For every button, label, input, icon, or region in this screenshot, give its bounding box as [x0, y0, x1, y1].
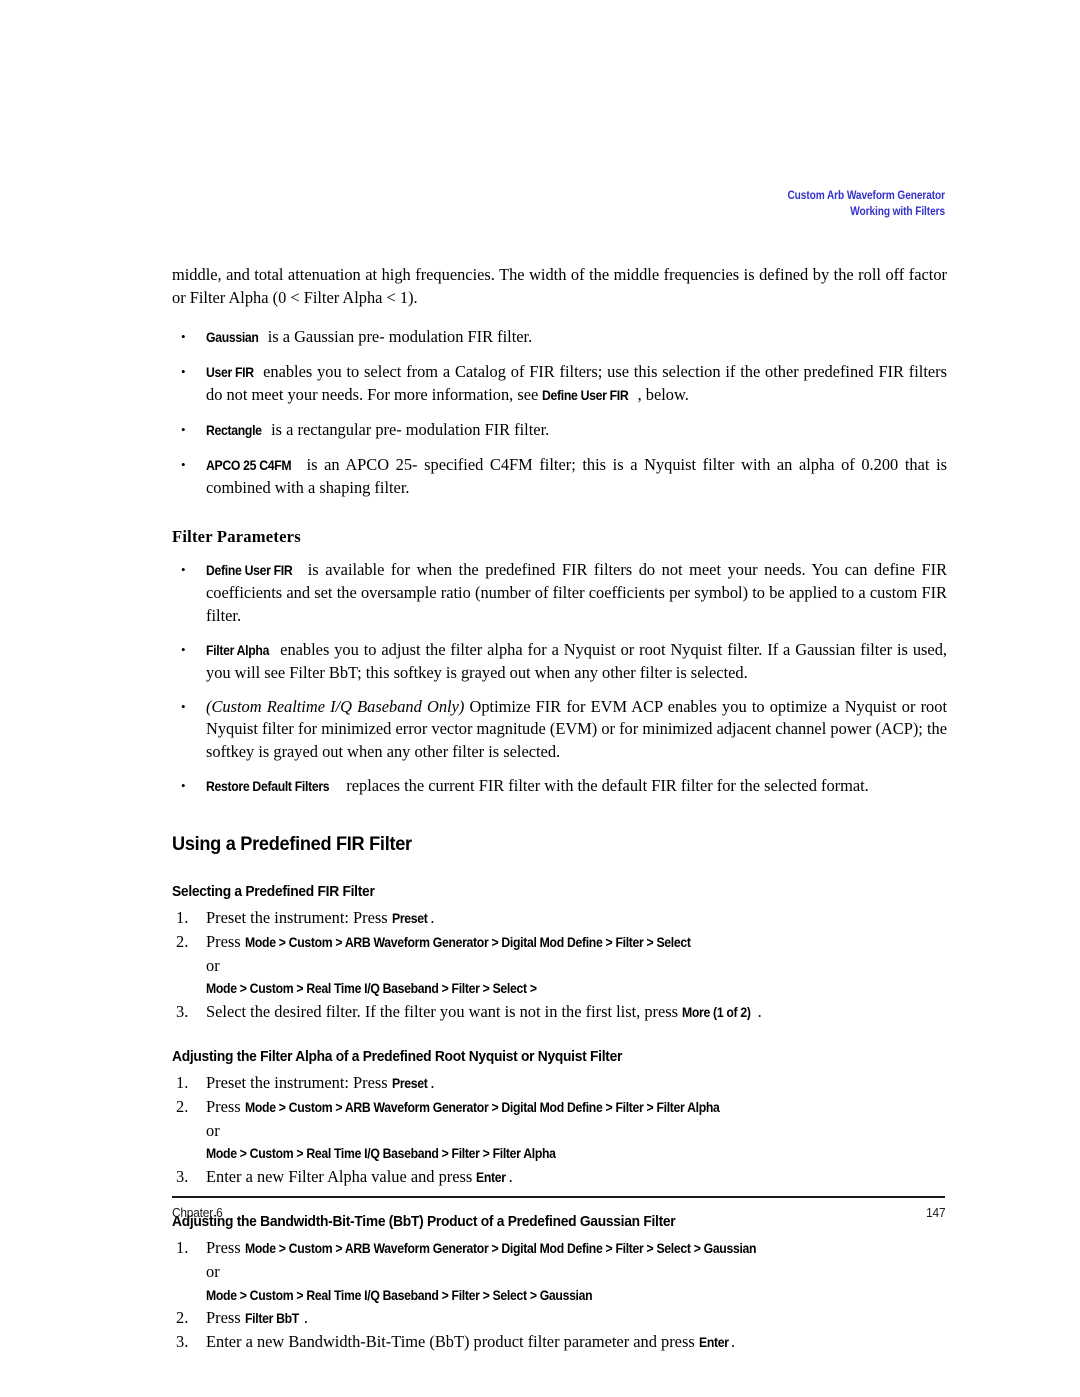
alt-path-row: Mode > Custom > Real Time I/Q Baseband >… — [172, 977, 947, 1001]
softkey-label[interactable]: Define User FIR — [542, 385, 629, 408]
softkey-path[interactable]: Mode > Custom > Real Time I/Q Baseband >… — [206, 978, 537, 1001]
step-item: 2. Press Mode > Custom > ARB Waveform Ge… — [172, 931, 947, 955]
bullet-dot: • — [181, 421, 186, 437]
step-number: 2. — [176, 931, 189, 951]
or-label: or — [206, 1120, 220, 1140]
list-item: • (Custom Realtime I/Q Baseband Only) Op… — [172, 696, 947, 764]
running-header: Custom Arb Waveform Generator Working wi… — [113, 188, 945, 220]
step-item: 1. Preset the instrument: Press Preset. — [172, 907, 947, 931]
or-label: or — [206, 1261, 220, 1281]
list-item: • Gaussian is a Gaussian pre- modulation… — [172, 326, 947, 350]
step-item: 1. Press Mode > Custom > ARB Waveform Ge… — [172, 1237, 947, 1261]
step-text: Press — [206, 1096, 245, 1116]
list-item-text-tail: , below. — [637, 385, 689, 405]
step-text: Press — [206, 1238, 245, 1258]
bullet-dot: • — [181, 561, 186, 577]
step-text-tail: . — [303, 1308, 308, 1328]
step-text-tail: . — [731, 1332, 736, 1352]
softkey-label[interactable]: Preset — [392, 908, 428, 931]
softkey-path[interactable]: Mode > Custom > ARB Waveform Generator >… — [245, 932, 691, 955]
bullet-dot: • — [181, 698, 186, 714]
step-text: Enter a new Bandwidth-Bit-Time (BbT) pro… — [206, 1332, 699, 1352]
step-text: Press — [206, 1308, 245, 1328]
bullet-dot: • — [181, 777, 186, 793]
filter-parameters-heading: Filter Parameters — [172, 526, 301, 546]
softkey-label[interactable]: Preset — [392, 1073, 428, 1096]
list-item-text: replaces the current FIR filter with the… — [342, 775, 869, 795]
list-item: • Define User FIR is available for when … — [172, 559, 947, 628]
softkey-label[interactable]: Filter Alpha — [206, 640, 269, 663]
softkey-path[interactable]: Mode > Custom > ARB Waveform Generator >… — [245, 1238, 757, 1261]
document-page: Custom Arb Waveform Generator Working wi… — [0, 0, 1080, 1397]
step-item: 3. Select the desired filter. If the fil… — [172, 1001, 947, 1025]
softkey-label[interactable]: Enter — [699, 1332, 729, 1355]
step-text-tail: . — [430, 1073, 435, 1093]
step-text-tail: . — [430, 908, 435, 928]
alt-path-row: Mode > Custom > Real Time I/Q Baseband >… — [172, 1284, 947, 1308]
softkey-label[interactable]: Rectangle — [206, 420, 262, 443]
step-number: 3. — [176, 1332, 189, 1352]
running-header-line2: Working with Filters — [850, 206, 945, 218]
softkey-label[interactable]: Restore Default Filters — [206, 776, 330, 799]
list-item: • User FIR enables you to select from a … — [172, 361, 947, 408]
subsection-heading-1: Selecting a Predefined FIR Filter — [172, 883, 375, 901]
step-item: 3. Enter a new Filter Alpha value and pr… — [172, 1166, 947, 1190]
page-content: middle, and total attenuation at high fr… — [172, 264, 947, 1355]
list-item: • APCO 25 C4FM is an APCO 25- specified … — [172, 454, 947, 500]
list-item-text: is an APCO 25- specified C4FM filter; th… — [206, 454, 947, 498]
or-label: or — [206, 955, 220, 975]
softkey-label[interactable]: Gaussian — [206, 327, 259, 350]
list-item-text: is a rectangular pre- modulation FIR fil… — [267, 419, 550, 439]
softkey-label[interactable]: Enter — [476, 1167, 506, 1190]
list-item: • Rectangle is a rectangular pre- modula… — [172, 419, 947, 443]
step-number: 1. — [176, 908, 189, 928]
footer-page-number: 147 — [925, 1205, 945, 1220]
softkey-label[interactable]: Define User FIR — [206, 560, 293, 583]
step-text-tail: . — [508, 1167, 513, 1187]
list-item-text: is a Gaussian pre- modulation FIR filter… — [263, 327, 533, 347]
page-footer: Chpater 6 147 — [172, 1204, 945, 1222]
step-item: 3. Enter a new Bandwidth-Bit-Time (BbT) … — [172, 1331, 947, 1355]
step-item: 2. Press Filter BbT. — [172, 1307, 947, 1331]
step-number: 2. — [176, 1308, 189, 1328]
step-text: Preset the instrument: Press — [206, 908, 392, 928]
step-item: 2. Press Mode > Custom > ARB Waveform Ge… — [172, 1096, 947, 1120]
footer-chapter: Chpater 6 — [172, 1205, 223, 1220]
subsection-heading-2: Adjusting the Filter Alpha of a Predefin… — [172, 1048, 623, 1066]
bullet-dot: • — [181, 641, 186, 657]
section-heading: Using a Predefined FIR Filter — [172, 833, 412, 856]
intro-paragraph: middle, and total attenuation at high fr… — [172, 265, 947, 307]
step-item: 1. Preset the instrument: Press Preset. — [172, 1072, 947, 1096]
step-number: 1. — [176, 1073, 189, 1093]
step-number: 1. — [176, 1238, 189, 1258]
bullet-dot: • — [181, 329, 186, 345]
step-text-tail: . — [757, 1002, 762, 1022]
list-item-text: is available for when the predefined FIR… — [206, 559, 947, 625]
list-item: • Filter Alpha enables you to adjust the… — [172, 639, 947, 685]
step-number: 2. — [176, 1096, 189, 1116]
step-number: 3. — [176, 1002, 189, 1022]
list-item-text: enables you to adjust the filter alpha f… — [206, 639, 947, 683]
step-text: Preset the instrument: Press — [206, 1073, 392, 1093]
step-number: 3. — [176, 1167, 189, 1187]
italic-qualifier: (Custom Realtime I/Q Baseband Only) — [206, 696, 465, 716]
softkey-path[interactable]: Mode > Custom > ARB Waveform Generator >… — [245, 1097, 720, 1120]
running-header-line1: Custom Arb Waveform Generator — [787, 190, 945, 202]
alt-path-row: Mode > Custom > Real Time I/Q Baseband >… — [172, 1142, 947, 1166]
bullet-dot: • — [181, 456, 186, 472]
step-text: Select the desired filter. If the filter… — [206, 1002, 683, 1022]
softkey-label[interactable]: APCO 25 C4FM — [206, 455, 292, 478]
list-item: • Restore Default Filters replaces the c… — [172, 775, 947, 799]
step-text: Enter a new Filter Alpha value and press — [206, 1167, 477, 1187]
softkey-label[interactable]: More (1 of 2) — [682, 1002, 751, 1025]
step-text: Press — [206, 931, 245, 951]
softkey-label[interactable]: User FIR — [206, 362, 254, 385]
softkey-path[interactable]: Mode > Custom > Real Time I/Q Baseband >… — [206, 1285, 593, 1308]
bullet-dot: • — [181, 363, 186, 379]
footer-divider — [172, 1196, 945, 1199]
softkey-path[interactable]: Mode > Custom > Real Time I/Q Baseband >… — [206, 1143, 556, 1166]
softkey-label[interactable]: Filter BbT — [245, 1308, 299, 1331]
